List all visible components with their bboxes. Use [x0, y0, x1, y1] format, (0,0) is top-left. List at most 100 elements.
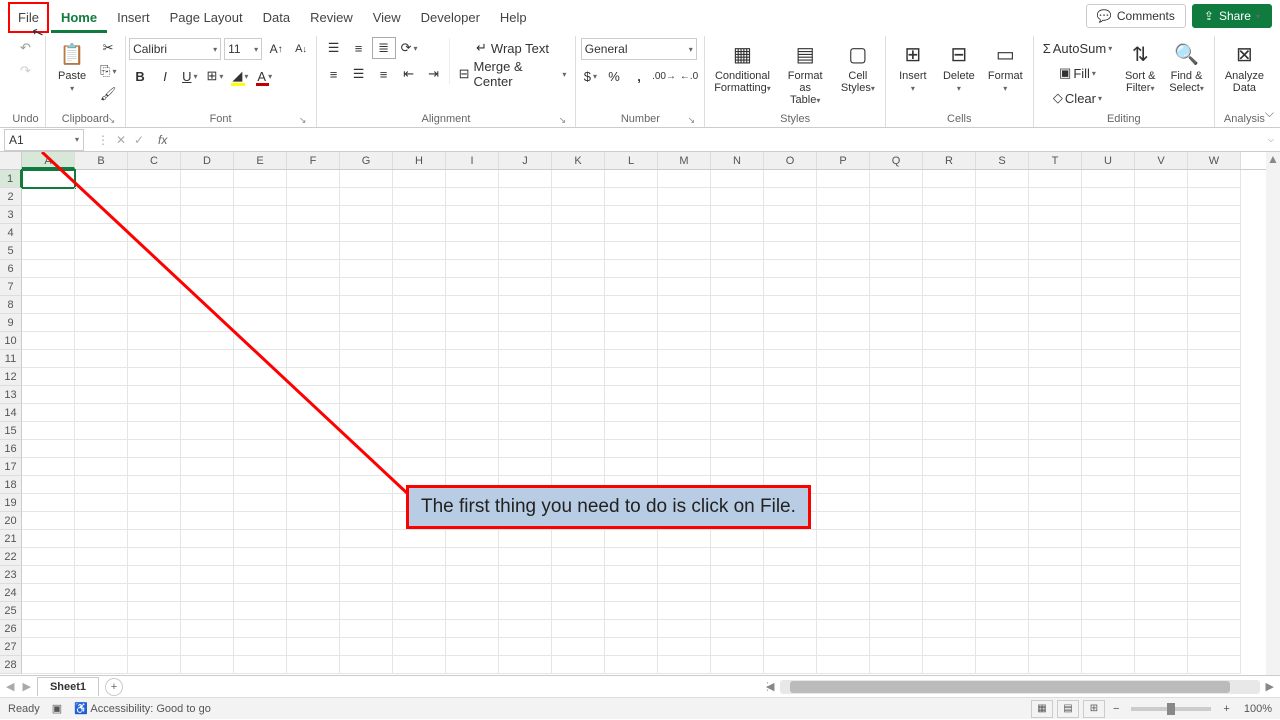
cell-R5[interactable] — [923, 242, 976, 260]
cell-G24[interactable] — [340, 584, 393, 602]
col-header-Q[interactable]: Q — [870, 152, 923, 169]
cell-F21[interactable] — [287, 530, 340, 548]
row-header-11[interactable]: 11 — [0, 350, 22, 368]
cell-Q25[interactable] — [870, 602, 923, 620]
cell-G13[interactable] — [340, 386, 393, 404]
cell-O14[interactable] — [764, 404, 817, 422]
cell-P23[interactable] — [817, 566, 870, 584]
cell-I14[interactable] — [446, 404, 499, 422]
cell-C4[interactable] — [128, 224, 181, 242]
cell-U8[interactable] — [1082, 296, 1135, 314]
cell-W24[interactable] — [1188, 584, 1241, 602]
cell-T5[interactable] — [1029, 242, 1082, 260]
cell-R16[interactable] — [923, 440, 976, 458]
cell-D11[interactable] — [181, 350, 234, 368]
cell-C6[interactable] — [128, 260, 181, 278]
cell-B18[interactable] — [75, 476, 128, 494]
cell-R4[interactable] — [923, 224, 976, 242]
cell-B1[interactable] — [75, 170, 128, 188]
cell-H23[interactable] — [393, 566, 446, 584]
cell-C22[interactable] — [128, 548, 181, 566]
cell-W15[interactable] — [1188, 422, 1241, 440]
cell-T10[interactable] — [1029, 332, 1082, 350]
cell-K9[interactable] — [552, 314, 605, 332]
cell-D6[interactable] — [181, 260, 234, 278]
cell-J23[interactable] — [499, 566, 552, 584]
cell-E4[interactable] — [234, 224, 287, 242]
cell-U2[interactable] — [1082, 188, 1135, 206]
cell-L9[interactable] — [605, 314, 658, 332]
tab-data[interactable]: Data — [253, 2, 300, 33]
cell-K13[interactable] — [552, 386, 605, 404]
cell-I1[interactable] — [446, 170, 499, 188]
cell-S18[interactable] — [976, 476, 1029, 494]
cell-L6[interactable] — [605, 260, 658, 278]
cell-P28[interactable] — [817, 656, 870, 674]
cell-O17[interactable] — [764, 458, 817, 476]
cell-F2[interactable] — [287, 188, 340, 206]
cell-K1[interactable] — [552, 170, 605, 188]
cell-K3[interactable] — [552, 206, 605, 224]
cell-T1[interactable] — [1029, 170, 1082, 188]
cell-P3[interactable] — [817, 206, 870, 224]
cell-R21[interactable] — [923, 530, 976, 548]
row-header-17[interactable]: 17 — [0, 458, 22, 476]
align-center-button[interactable]: ☰ — [348, 64, 370, 84]
cell-O26[interactable] — [764, 620, 817, 638]
cell-C19[interactable] — [128, 494, 181, 512]
cell-V22[interactable] — [1135, 548, 1188, 566]
cell-S22[interactable] — [976, 548, 1029, 566]
cell-K7[interactable] — [552, 278, 605, 296]
format-painter-button[interactable]: 🖌 — [97, 84, 119, 104]
cell-Q19[interactable] — [870, 494, 923, 512]
cell-E23[interactable] — [234, 566, 287, 584]
cell-C20[interactable] — [128, 512, 181, 530]
cell-S8[interactable] — [976, 296, 1029, 314]
cell-W1[interactable] — [1188, 170, 1241, 188]
cell-O5[interactable] — [764, 242, 817, 260]
cut-button[interactable]: ✂ — [97, 38, 119, 58]
col-header-C[interactable]: C — [128, 152, 181, 169]
cell-I16[interactable] — [446, 440, 499, 458]
cell-I9[interactable] — [446, 314, 499, 332]
cell-L5[interactable] — [605, 242, 658, 260]
cell-V18[interactable] — [1135, 476, 1188, 494]
cell-H16[interactable] — [393, 440, 446, 458]
cell-B20[interactable] — [75, 512, 128, 530]
cell-J3[interactable] — [499, 206, 552, 224]
cell-A28[interactable] — [22, 656, 75, 674]
cell-D23[interactable] — [181, 566, 234, 584]
cell-W17[interactable] — [1188, 458, 1241, 476]
cell-I5[interactable] — [446, 242, 499, 260]
cell-C14[interactable] — [128, 404, 181, 422]
cell-L3[interactable] — [605, 206, 658, 224]
cell-A20[interactable] — [22, 512, 75, 530]
cell-T6[interactable] — [1029, 260, 1082, 278]
cell-J6[interactable] — [499, 260, 552, 278]
cell-Q1[interactable] — [870, 170, 923, 188]
cell-J25[interactable] — [499, 602, 552, 620]
cell-L17[interactable] — [605, 458, 658, 476]
cell-V1[interactable] — [1135, 170, 1188, 188]
cell-U13[interactable] — [1082, 386, 1135, 404]
cell-E18[interactable] — [234, 476, 287, 494]
fill-button[interactable]: ▣ Fill▾ — [1040, 63, 1116, 83]
sort-filter-button[interactable]: ⇅Sort &Filter▾ — [1119, 38, 1161, 96]
cell-O3[interactable] — [764, 206, 817, 224]
format-as-table-button[interactable]: ▤ Format asTable▾ — [778, 38, 833, 108]
cell-C8[interactable] — [128, 296, 181, 314]
cell-N16[interactable] — [711, 440, 764, 458]
cell-S12[interactable] — [976, 368, 1029, 386]
align-middle-button[interactable]: ≡ — [348, 38, 370, 58]
cell-E21[interactable] — [234, 530, 287, 548]
cell-U22[interactable] — [1082, 548, 1135, 566]
cell-A26[interactable] — [22, 620, 75, 638]
cell-C26[interactable] — [128, 620, 181, 638]
cell-D7[interactable] — [181, 278, 234, 296]
col-header-R[interactable]: R — [923, 152, 976, 169]
cell-Q11[interactable] — [870, 350, 923, 368]
cell-N3[interactable] — [711, 206, 764, 224]
cell-C25[interactable] — [128, 602, 181, 620]
cell-J1[interactable] — [499, 170, 552, 188]
cell-R13[interactable] — [923, 386, 976, 404]
